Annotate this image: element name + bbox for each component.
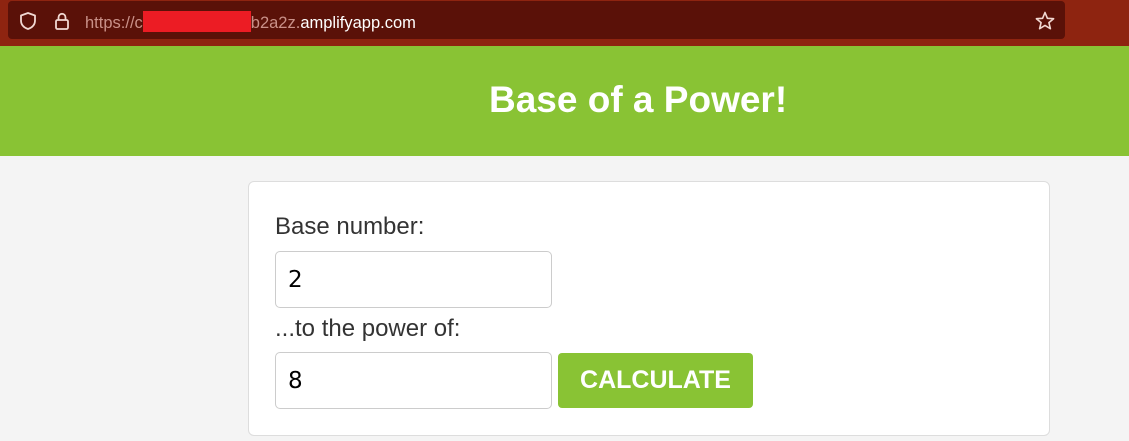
power-form-card: Base number: ...to the power of: CALCULA… bbox=[248, 181, 1050, 436]
url-domain: amplifyapp.com bbox=[300, 14, 416, 32]
bookmark-star-icon[interactable] bbox=[1034, 10, 1056, 32]
page-header: Base of a Power! bbox=[0, 46, 1129, 156]
redaction-block bbox=[142, 11, 251, 32]
url-text[interactable]: https://c b2a2z.amplifyapp.com bbox=[85, 11, 416, 33]
url-prefix: https:// bbox=[85, 14, 135, 32]
base-number-input[interactable] bbox=[275, 251, 552, 308]
power-label: ...to the power of: bbox=[275, 315, 461, 342]
url-partial: b2a2z. bbox=[250, 14, 301, 32]
base-number-label: Base number: bbox=[275, 213, 425, 240]
address-bar[interactable]: https://c b2a2z.amplifyapp.com bbox=[8, 1, 1065, 39]
shield-icon[interactable] bbox=[18, 11, 38, 31]
browser-toolbar: https://c b2a2z.amplifyapp.com bbox=[0, 0, 1129, 46]
power-input[interactable] bbox=[275, 352, 552, 409]
page-title: Base of a Power! bbox=[489, 79, 788, 120]
calculate-button[interactable]: CALCULATE bbox=[558, 353, 753, 408]
lock-icon[interactable] bbox=[52, 11, 72, 31]
